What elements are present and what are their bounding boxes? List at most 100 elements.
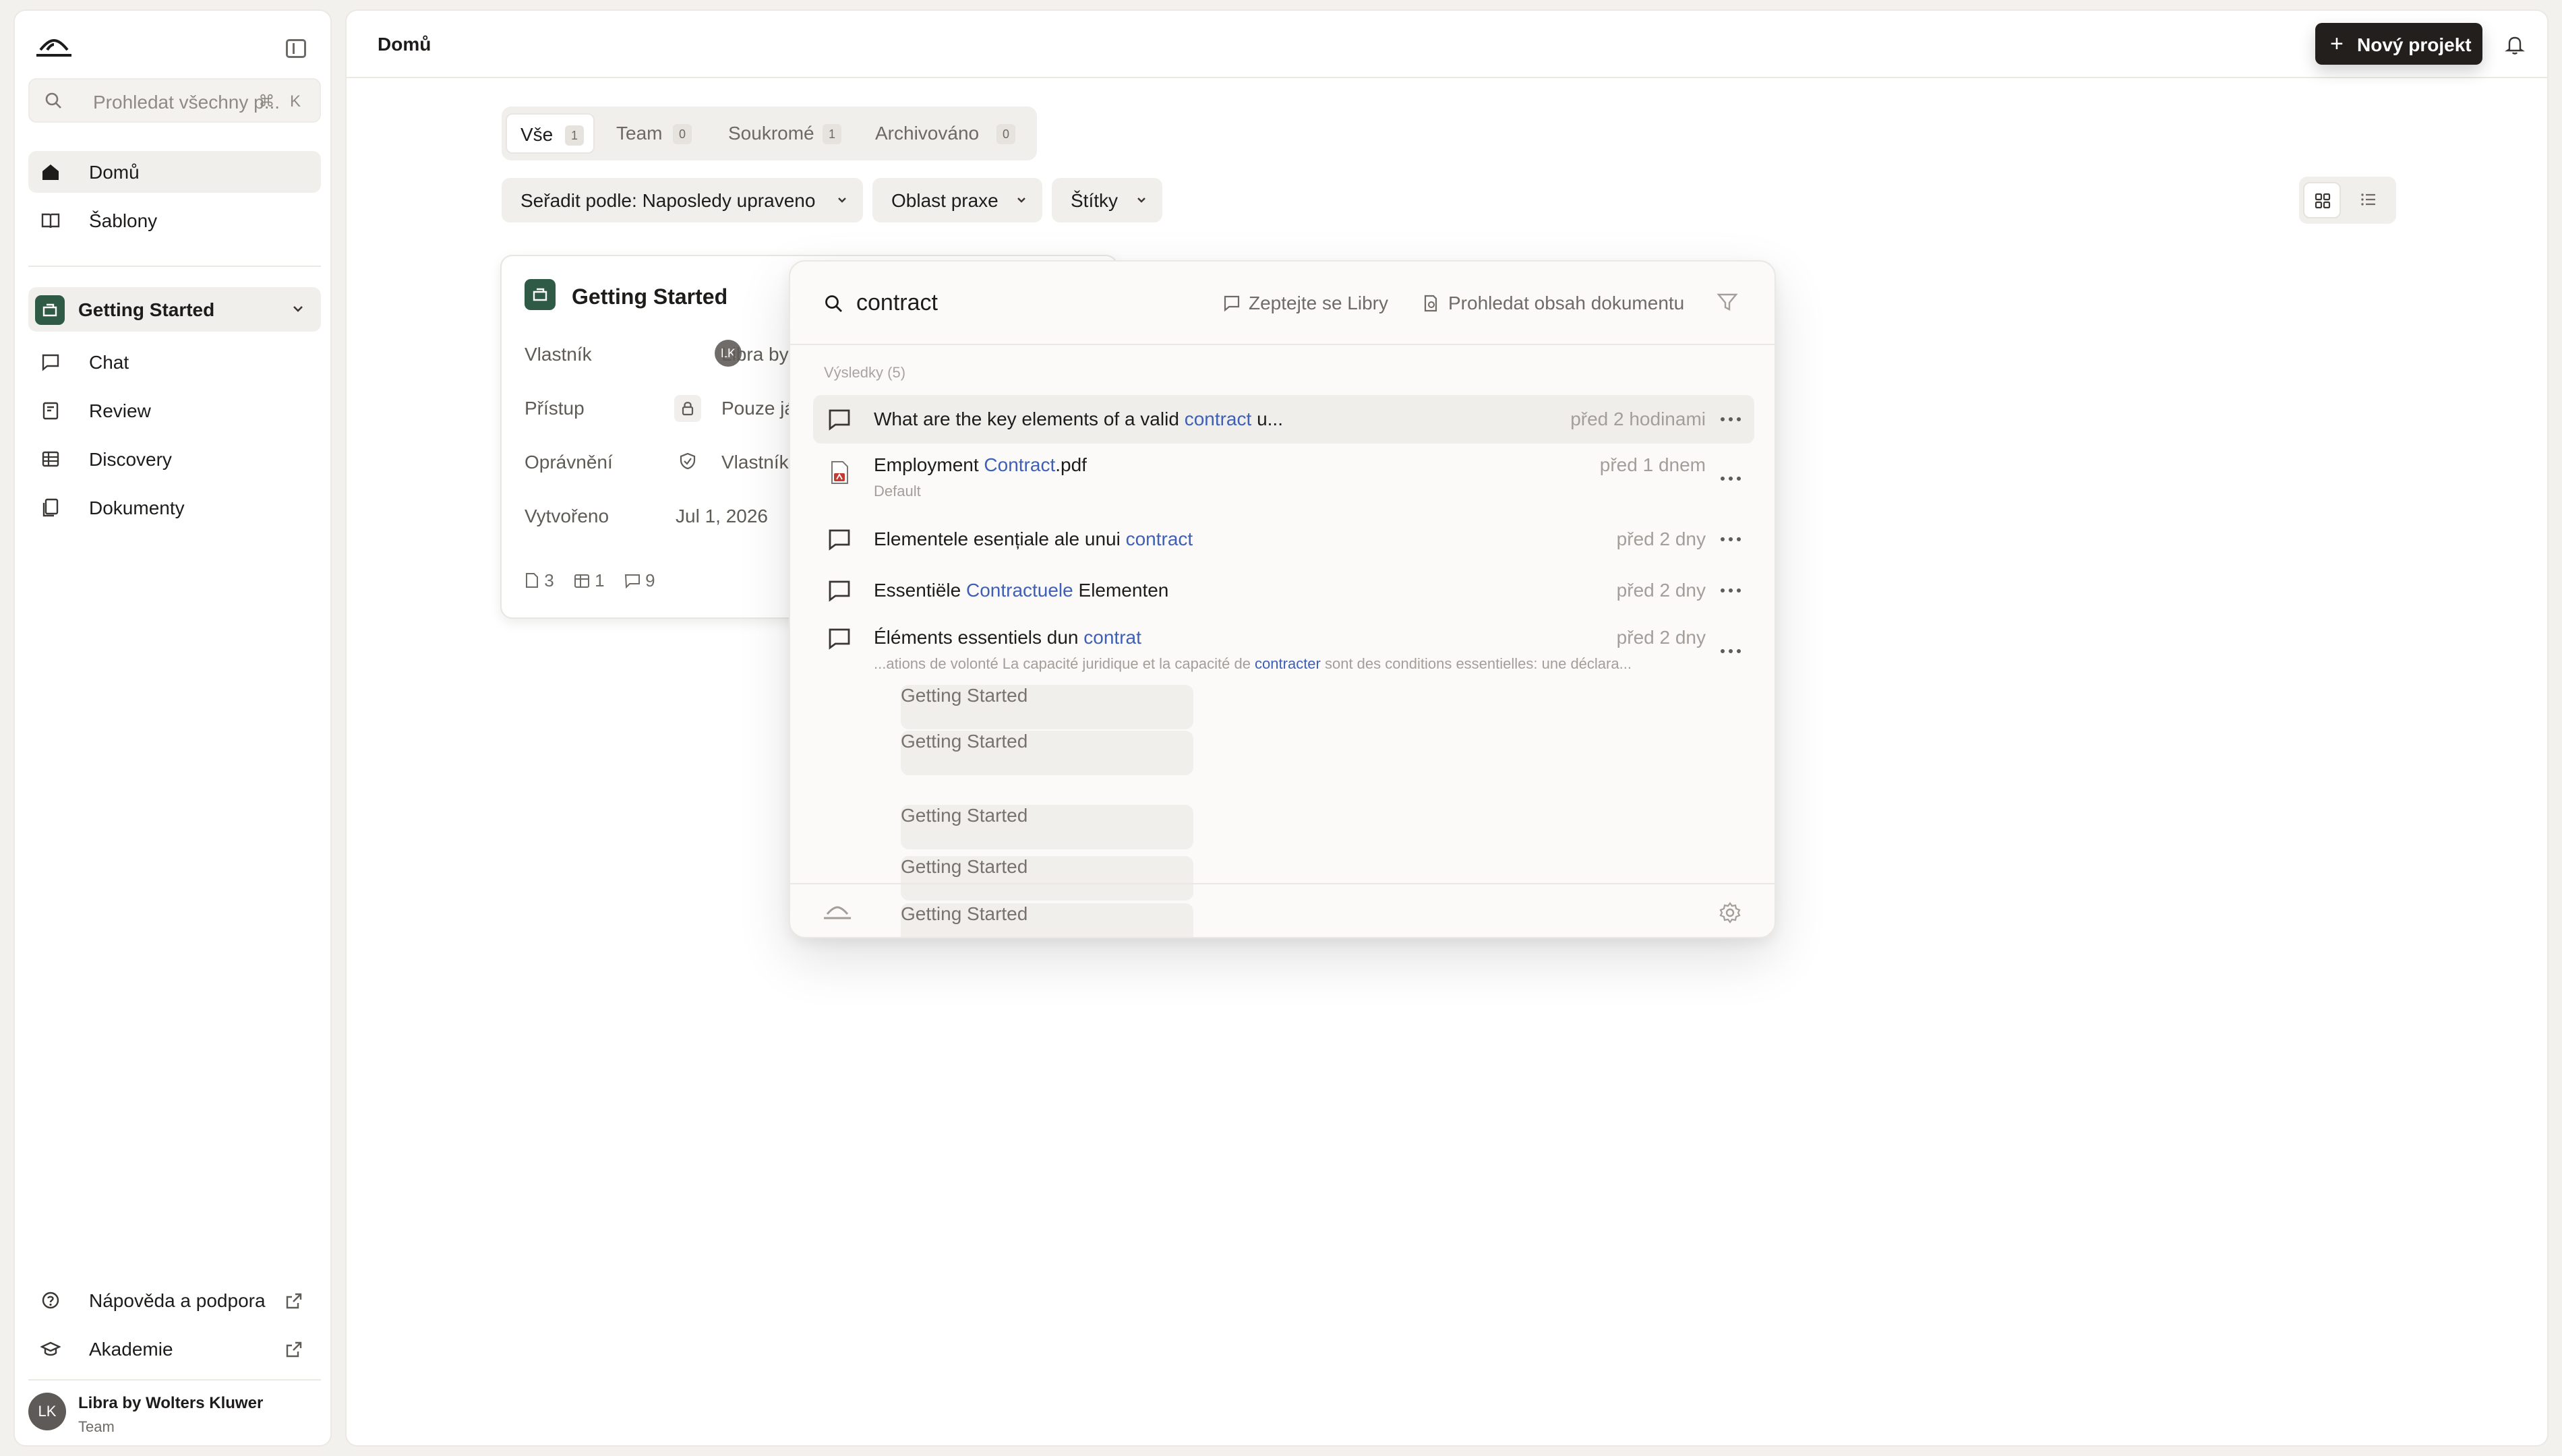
sidebar-divider (28, 266, 321, 267)
view-toggle (2299, 177, 2396, 224)
document-icon (526, 573, 538, 588)
user-name: Libra by Wolters Kluwer (78, 1394, 264, 1412)
search-icon (45, 92, 61, 109)
tab-count: 1 (823, 124, 841, 144)
search-result[interactable]: Éléments essentiels dun contrat Getting S… (813, 617, 1754, 937)
search-document-content-button[interactable]: Prohledat obsah dokumentu (1423, 293, 1684, 314)
sidebar-item-home[interactable]: Domů (28, 151, 321, 193)
table-icon (574, 574, 589, 588)
user-team: Team (78, 1418, 115, 1435)
table-icon (42, 451, 59, 467)
user-menu[interactable]: LK Libra by Wolters Kluwer Team (28, 1386, 321, 1440)
sidebar-item-label: Domů (89, 162, 140, 183)
tags-dropdown[interactable]: Štítky (1052, 178, 1162, 222)
result-time: před 2 dny (1616, 627, 1706, 648)
external-link-icon (286, 1293, 302, 1309)
result-title: Elementele esențiale ale unui contract Ge… (874, 528, 1193, 849)
more-options-icon[interactable] (1719, 648, 1742, 655)
sidebar: Prohledat všechny p... ⌘ K Domů Šablony … (13, 9, 332, 1447)
shield-icon (680, 452, 696, 470)
card-stats: 3 1 9 (525, 570, 670, 591)
chat-count-value: 9 (645, 570, 655, 590)
sidebar-item-label: Akademie (89, 1339, 173, 1360)
academy-icon (40, 1341, 61, 1356)
result-title: Éléments essentiels dun contrat Getting S… (874, 627, 1193, 937)
practice-label: Oblast praxe (891, 190, 999, 211)
chat-icon (829, 409, 850, 431)
gear-icon[interactable] (1718, 901, 1742, 925)
academy-link[interactable]: Akademie (28, 1328, 321, 1370)
tab-private[interactable]: Soukromé 1 (715, 113, 854, 154)
libra-logo-icon[interactable] (35, 38, 73, 58)
row-key: Vlastník (525, 344, 592, 365)
chat-icon (42, 354, 59, 371)
table-count-value: 1 (595, 570, 605, 590)
doc-count-value: 3 (544, 570, 554, 590)
row-key: Přístup (525, 398, 585, 419)
more-options-icon[interactable] (1719, 475, 1742, 482)
grid-view-button[interactable] (2303, 182, 2341, 218)
global-search-input[interactable]: Prohledat všechny p... ⌘ K (28, 78, 321, 123)
chat-count: 9 (624, 570, 655, 591)
sort-dropdown[interactable]: Seřadit podle: Naposledy upraveno (502, 178, 863, 222)
more-options-icon[interactable] (1719, 587, 1742, 594)
sidebar-item-label: Nápověda a podpora (89, 1290, 266, 1311)
new-project-button[interactable]: + Nový projekt (2315, 23, 2482, 65)
lock-icon (674, 395, 701, 422)
more-options-icon[interactable] (1719, 416, 1742, 423)
result-time: před 2 hodinami (1570, 408, 1706, 429)
sidebar-item-chat[interactable]: Chat (28, 341, 321, 383)
libra-logo-icon (824, 906, 851, 919)
top-bar: Domů + Nový projekt (347, 11, 2547, 78)
tab-all[interactable]: Vše 1 (506, 113, 595, 154)
sidebar-item-documents[interactable]: Dokumenty (28, 487, 321, 528)
row-key: Oprávnění (525, 452, 613, 473)
sidebar-item-label: Discovery (89, 449, 172, 470)
bell-icon[interactable] (2501, 31, 2528, 58)
ask-libra-button[interactable]: Zeptejte se Libry (1223, 293, 1388, 314)
app: Prohledat všechny p... ⌘ K Domů Šablony … (0, 0, 2562, 1456)
sidebar-item-review[interactable]: Review (28, 390, 321, 431)
search-result[interactable]: Elementele esențiale ale unui contract Ge… (813, 515, 1754, 849)
search-result[interactable]: Essentiële Contractuele Elementen Getting… (813, 566, 1754, 901)
breadcrumb: Domů (378, 34, 431, 55)
filter-icon[interactable] (1717, 291, 1738, 313)
result-time: před 2 dny (1616, 528, 1706, 549)
review-icon (42, 402, 59, 420)
card-title: Getting Started (572, 284, 728, 309)
chat-icon (624, 574, 640, 589)
row-value: Libra by (721, 344, 789, 365)
more-options-icon[interactable] (1719, 536, 1742, 543)
tab-archived[interactable]: Archivováno 0 (862, 113, 1033, 154)
help-support-link[interactable]: Nápověda a podpora (28, 1279, 321, 1321)
collapse-sidebar-icon[interactable] (286, 39, 306, 58)
document-search-icon (1424, 295, 1437, 312)
practice-area-dropdown[interactable]: Oblast praxe (872, 178, 1042, 222)
result-time: před 1 dnem (1599, 454, 1706, 475)
sidebar-item-templates[interactable]: Šablony (28, 200, 321, 241)
result-title: What are the key elements of a valid con… (874, 408, 1283, 729)
chat-icon (1224, 295, 1240, 312)
plus-icon: + (2330, 31, 2344, 57)
sidebar-top (15, 11, 330, 73)
search-result[interactable]: What are the key elements of a valid con… (813, 395, 1754, 729)
result-title: Employment Contract.pdf Getting Started (874, 454, 1193, 775)
list-view-button[interactable] (2350, 182, 2388, 218)
sidebar-item-discovery[interactable]: Discovery (28, 438, 321, 480)
palette-search-input[interactable]: contract (856, 290, 938, 316)
search-docs-label: Prohledat obsah dokumentu (1448, 293, 1685, 313)
search-icon (825, 295, 842, 312)
result-project: Getting Started (901, 685, 1193, 729)
result-snippet: ...ations de volonté La capacité juridiq… (874, 655, 1632, 672)
sidebar-item-label: Dokumenty (89, 497, 185, 518)
project-switcher[interactable]: Getting Started (28, 287, 321, 332)
project-name: Getting Started (78, 299, 215, 320)
search-result[interactable]: Employment Contract.pdf Getting Started D… (813, 446, 1754, 775)
sidebar-item-label: Review (89, 400, 151, 421)
search-placeholder: Prohledat všechny p... (93, 92, 280, 113)
doc-count: 3 (525, 570, 554, 591)
documents-icon (42, 498, 59, 517)
row-key: Vytvořeno (525, 506, 609, 526)
avatar: LK (28, 1393, 66, 1430)
tab-team[interactable]: Team 0 (603, 113, 707, 154)
